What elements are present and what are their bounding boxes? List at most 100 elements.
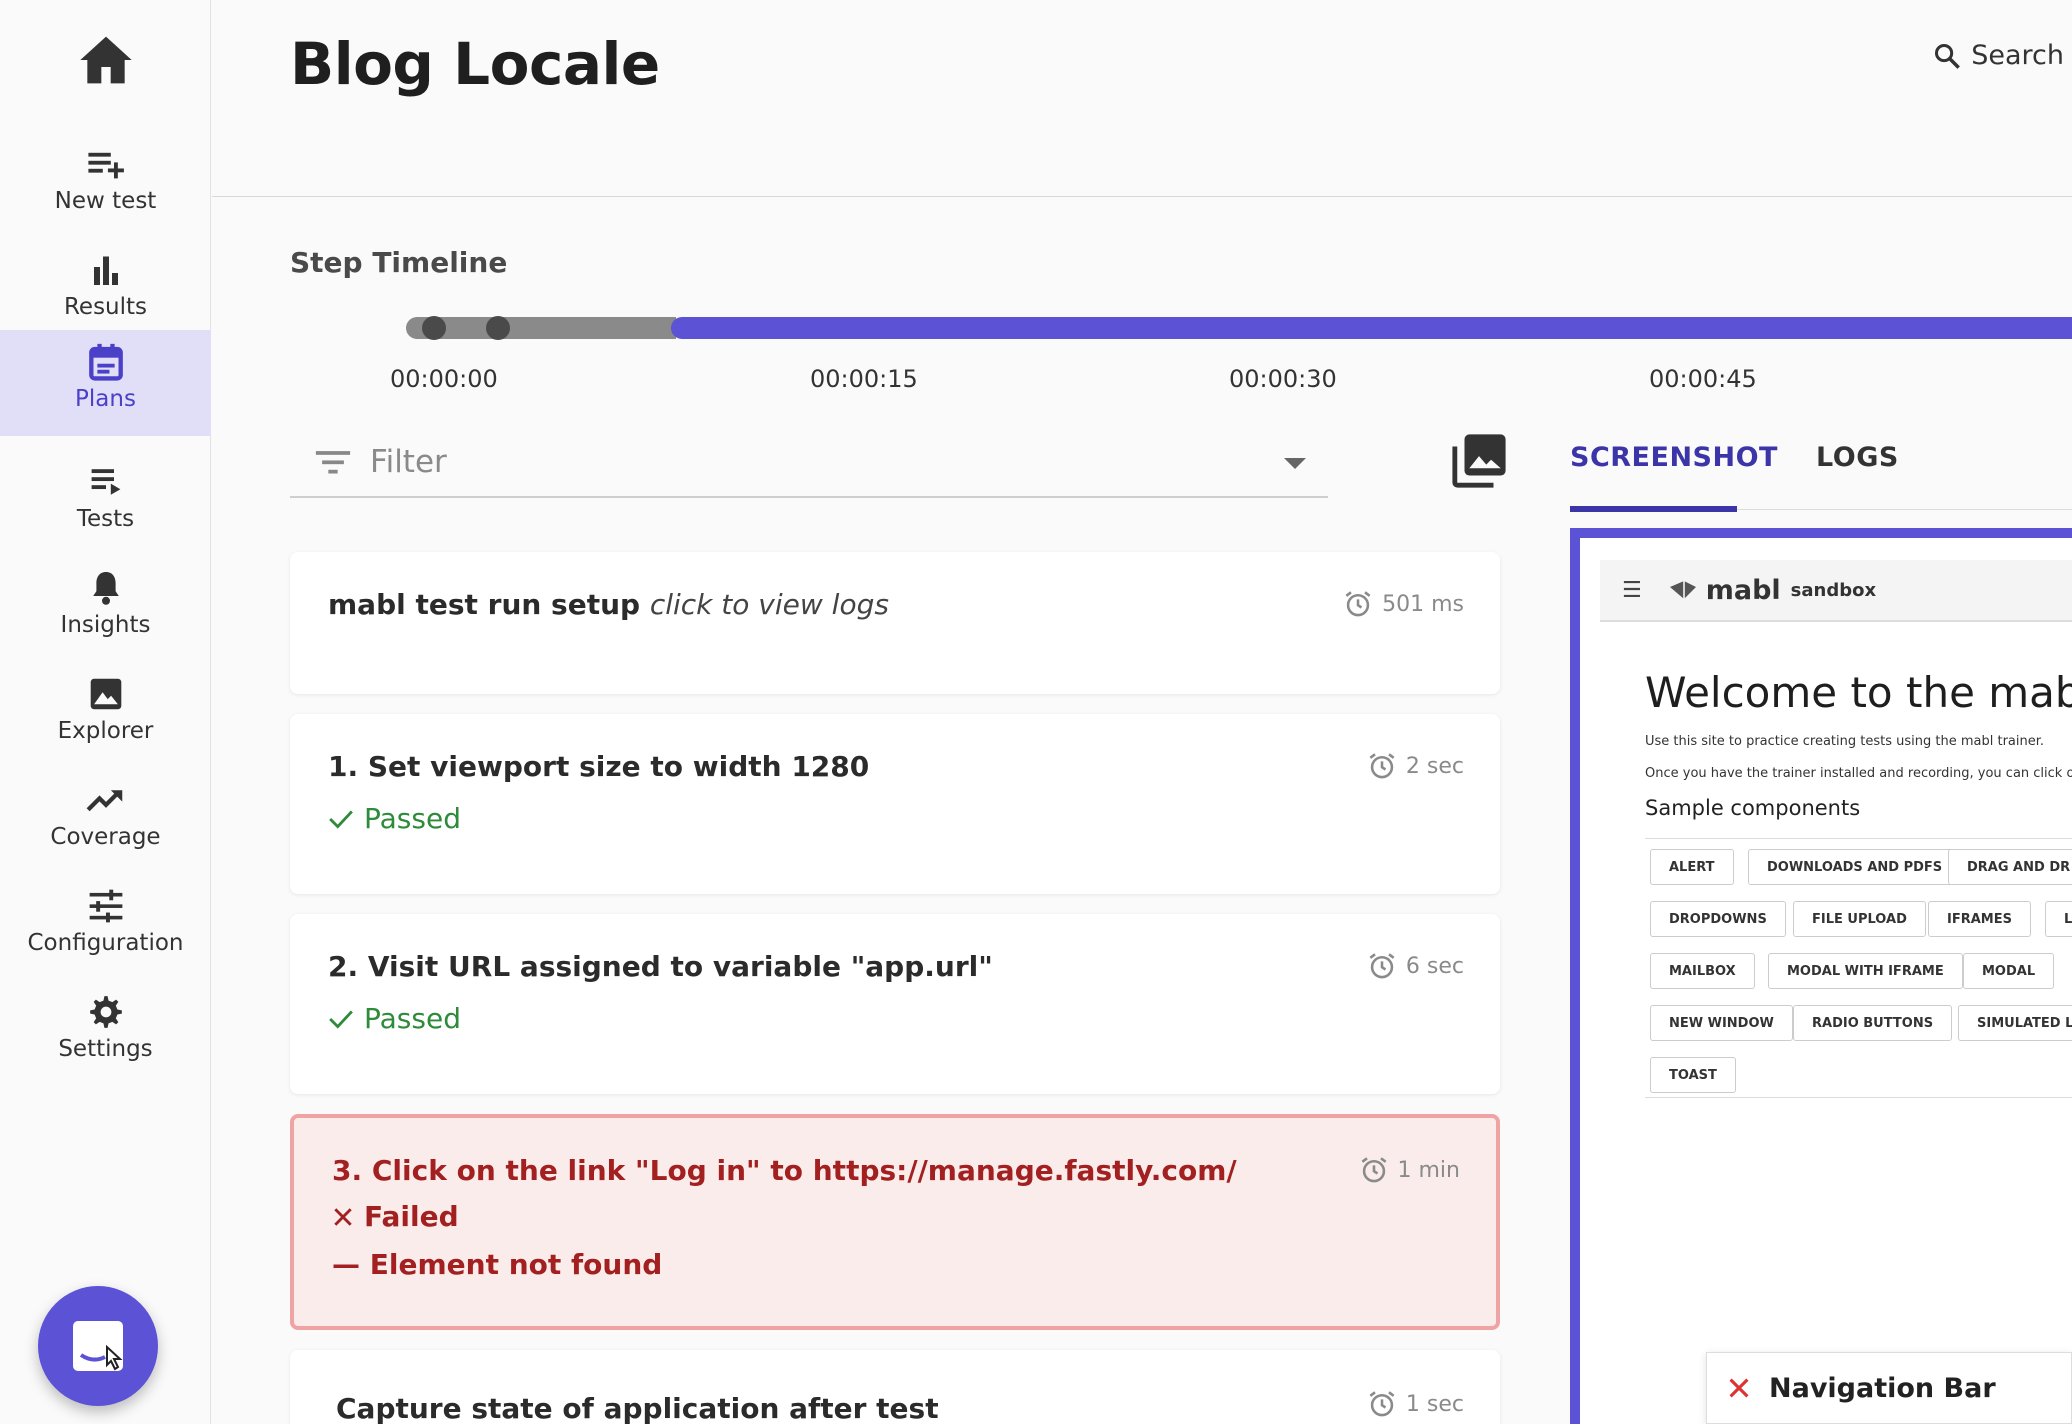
preview-chip: SIMULATED L (1958, 1005, 2072, 1041)
tab-logs[interactable]: LOGS (1816, 442, 1899, 473)
sidebar-item-insights[interactable]: Insights (0, 556, 211, 662)
mabl-logo-icon (1669, 581, 1696, 599)
preview-chip: DOWNLOADS AND PDFS (1748, 849, 1962, 885)
preview-chip: MODAL WITH IFRAME (1768, 953, 1963, 989)
sidebar-item-configuration[interactable]: Configuration (0, 874, 211, 980)
alarm-clock-icon (1369, 953, 1395, 979)
chevron-down-icon (1284, 458, 1306, 469)
sidebar-item-label: Settings (58, 1036, 153, 1062)
sidebar: New test Results Plans Tests Insights Ex… (0, 0, 211, 1424)
sidebar-item-new-test[interactable]: New test (0, 132, 211, 238)
sidebar-item-label: Explorer (57, 718, 154, 744)
alarm-clock-icon (1361, 1157, 1386, 1183)
preview-paragraph: Once you have the trainer installed and … (1645, 766, 2072, 781)
step-timeline-title: Step Timeline (290, 246, 508, 279)
sidebar-item-coverage[interactable]: Coverage (0, 768, 211, 874)
sidebar-item-tests[interactable]: Tests (0, 450, 211, 556)
preview-chip: L (2045, 901, 2072, 937)
step-duration: 1 min (1360, 1156, 1460, 1184)
trainer-icon (73, 1321, 123, 1371)
timeline-segment-steps (671, 317, 2072, 339)
tab-screenshot[interactable]: SCREENSHOT (1570, 442, 1778, 473)
preview-component-list: ALERT DOWNLOADS AND PDFS DRAG AND DR DRO… (1645, 838, 2072, 1098)
preview-chip: ALERT (1650, 849, 1734, 885)
tab-divider (1737, 509, 2072, 510)
sidebar-item-label: New test (54, 188, 157, 214)
status-badge: Passed (328, 802, 461, 835)
sidebar-item-results[interactable]: Results (0, 238, 211, 344)
timeline-tick-label: 00:00:00 (390, 365, 498, 393)
preview-subheading: Sample components (1645, 796, 1861, 820)
sidebar-item-explorer[interactable]: Explorer (0, 662, 211, 768)
timeline-segment-setup (406, 317, 676, 339)
trainer-launch-button[interactable] (38, 1286, 158, 1406)
step-card[interactable]: 2. Visit URL assigned to variable "app.u… (290, 914, 1500, 1094)
screenshot-preview[interactable]: ☰ mabl sandbox Welcome to the mabl s Use… (1570, 528, 2072, 1424)
step-duration: 6 sec (1368, 952, 1464, 980)
home-button[interactable] (0, 34, 211, 106)
step-card-failed[interactable]: 3. Click on the link "Log in" to https:/… (290, 1114, 1500, 1330)
timeline-marker[interactable] (486, 316, 510, 340)
element-toast: Navigation Bar (1706, 1352, 2072, 1424)
step-card[interactable]: 1. Set viewport size to width 1280 2 sec… (290, 714, 1500, 894)
timeline-marker[interactable] (422, 316, 446, 340)
preview-chip: DRAG AND DR (1948, 849, 2072, 885)
sidebar-item-label: Plans (75, 386, 136, 412)
sidebar-item-label: Configuration (27, 930, 184, 956)
preview-chip: TOAST (1650, 1057, 1736, 1093)
gear-icon (86, 992, 126, 1032)
step-title: 2. Visit URL assigned to variable "app.u… (328, 950, 993, 983)
bell-icon (86, 568, 126, 608)
filter-dropdown[interactable]: Filter (290, 428, 1328, 498)
timeline-tick-label: 00:00:30 (1229, 365, 1337, 393)
timeline-tick-label: 00:00:45 (1649, 365, 1757, 393)
step-title: 3. Click on the link "Log in" to https:/… (332, 1154, 1237, 1187)
playlist-play-icon (86, 462, 126, 502)
step-title: 1. Set viewport size to width 1280 (328, 750, 870, 783)
bar-chart-icon (86, 250, 126, 290)
home-icon (79, 36, 132, 84)
step-duration: 501 ms (1344, 590, 1464, 618)
view-logs-link[interactable]: click to view logs (650, 588, 889, 621)
sidebar-item-label: Coverage (50, 824, 161, 850)
preview-heading: Welcome to the mabl s (1645, 668, 2072, 717)
step-card[interactable]: Capture state of application after test … (290, 1350, 1500, 1424)
sidebar-item-label: Results (63, 294, 148, 320)
close-icon[interactable] (1727, 1376, 1751, 1400)
preview-chip: NEW WINDOW (1650, 1005, 1793, 1041)
sidebar-item-label: Tests (76, 506, 135, 532)
sliders-icon (86, 886, 126, 926)
filter-placeholder: Filter (370, 444, 447, 480)
sidebar-item-settings[interactable]: Settings (0, 980, 211, 1086)
playlist-add-icon (86, 144, 126, 184)
preview-chip: FILE UPLOAD (1793, 901, 1926, 937)
status-badge: Passed (328, 1002, 461, 1035)
preview-chip: MAILBOX (1650, 953, 1755, 989)
preview-chip: IFRAMES (1928, 901, 2031, 937)
image-icon (86, 674, 126, 714)
search-icon (1935, 43, 1961, 69)
search-button[interactable]: Search (1933, 40, 2064, 71)
preview-logo-sub: sandbox (1790, 579, 1877, 601)
timeline-track[interactable] (406, 316, 2072, 340)
failure-reason: — Element not found (332, 1248, 663, 1281)
step-card-setup[interactable]: mabl test run setup click to view logs 5… (290, 552, 1500, 694)
sidebar-item-plans[interactable]: Plans (0, 330, 211, 436)
preview-chip: RADIO BUTTONS (1793, 1005, 1953, 1041)
active-tab-indicator (1570, 506, 1737, 512)
trending-up-icon (86, 780, 126, 820)
gallery-button[interactable] (1450, 432, 1508, 494)
preview-chip: MODAL (1963, 953, 2055, 989)
step-title: Capture state of application after test (336, 1392, 939, 1424)
preview-logo-text: mabl (1705, 574, 1781, 606)
calendar-icon (86, 342, 126, 382)
close-icon (334, 1208, 352, 1226)
timeline-tick-label: 00:00:15 (810, 365, 918, 393)
step-duration: 2 sec (1368, 752, 1464, 780)
toast-label: Navigation Bar (1769, 1372, 1996, 1404)
check-icon (329, 1009, 353, 1029)
filter-icon (315, 451, 351, 474)
search-label: Search (1971, 40, 2064, 71)
page-title: Blog Locale (290, 30, 660, 98)
sidebar-item-label: Insights (60, 612, 151, 638)
